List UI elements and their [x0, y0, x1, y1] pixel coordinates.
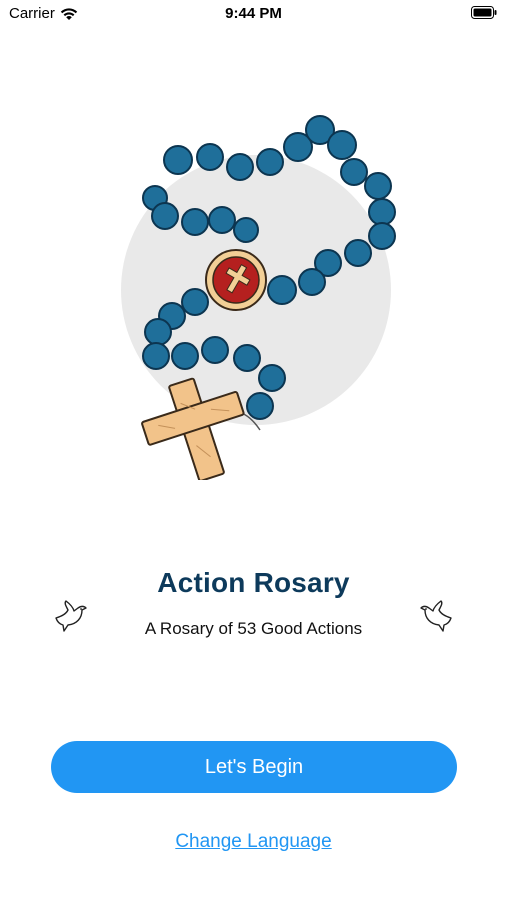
battery-icon	[471, 6, 497, 19]
center-medal	[205, 249, 267, 311]
status-bar: Carrier 9:44 PM	[0, 0, 507, 30]
rosary-illustration	[121, 115, 396, 480]
dove-icon	[420, 600, 452, 632]
change-language-link[interactable]: Change Language	[0, 831, 507, 853]
app-title: Action Rosary	[157, 567, 350, 598]
status-time: 9:44 PM	[225, 5, 282, 22]
lets-begin-button[interactable]: Let's Begin	[51, 741, 457, 793]
